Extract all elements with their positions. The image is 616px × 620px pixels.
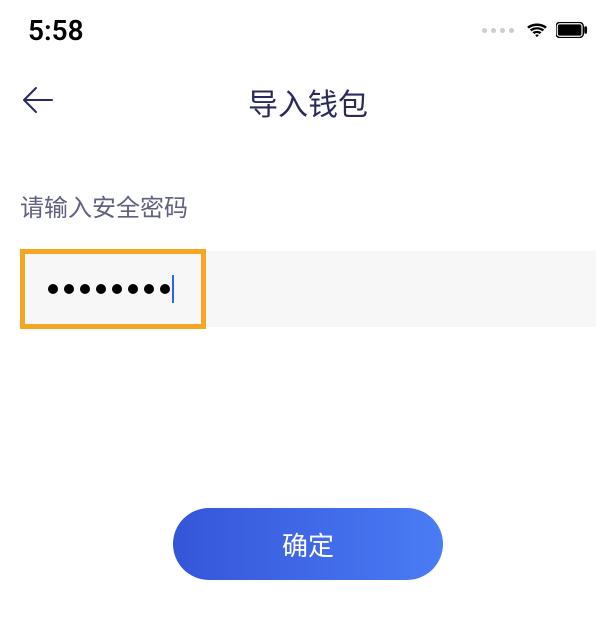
status-time: 5:58: [28, 14, 84, 47]
password-input-wrapper: [20, 251, 596, 327]
wifi-icon: [526, 21, 548, 39]
status-icons: [482, 21, 588, 39]
password-mask: [48, 284, 170, 294]
submit-button[interactable]: 确定: [173, 508, 443, 580]
back-arrow-icon: [22, 86, 54, 114]
content-area: 请输入安全密码: [0, 144, 616, 327]
password-input[interactable]: [20, 251, 596, 327]
page-title: 导入钱包: [20, 80, 596, 124]
back-button[interactable]: [22, 86, 54, 118]
battery-icon: [556, 22, 588, 38]
input-cursor: [172, 275, 174, 303]
signal-dots-icon: [482, 28, 514, 33]
status-bar: 5:58: [0, 0, 616, 56]
page-header: 导入钱包: [0, 56, 616, 144]
password-label: 请输入安全密码: [20, 188, 596, 223]
